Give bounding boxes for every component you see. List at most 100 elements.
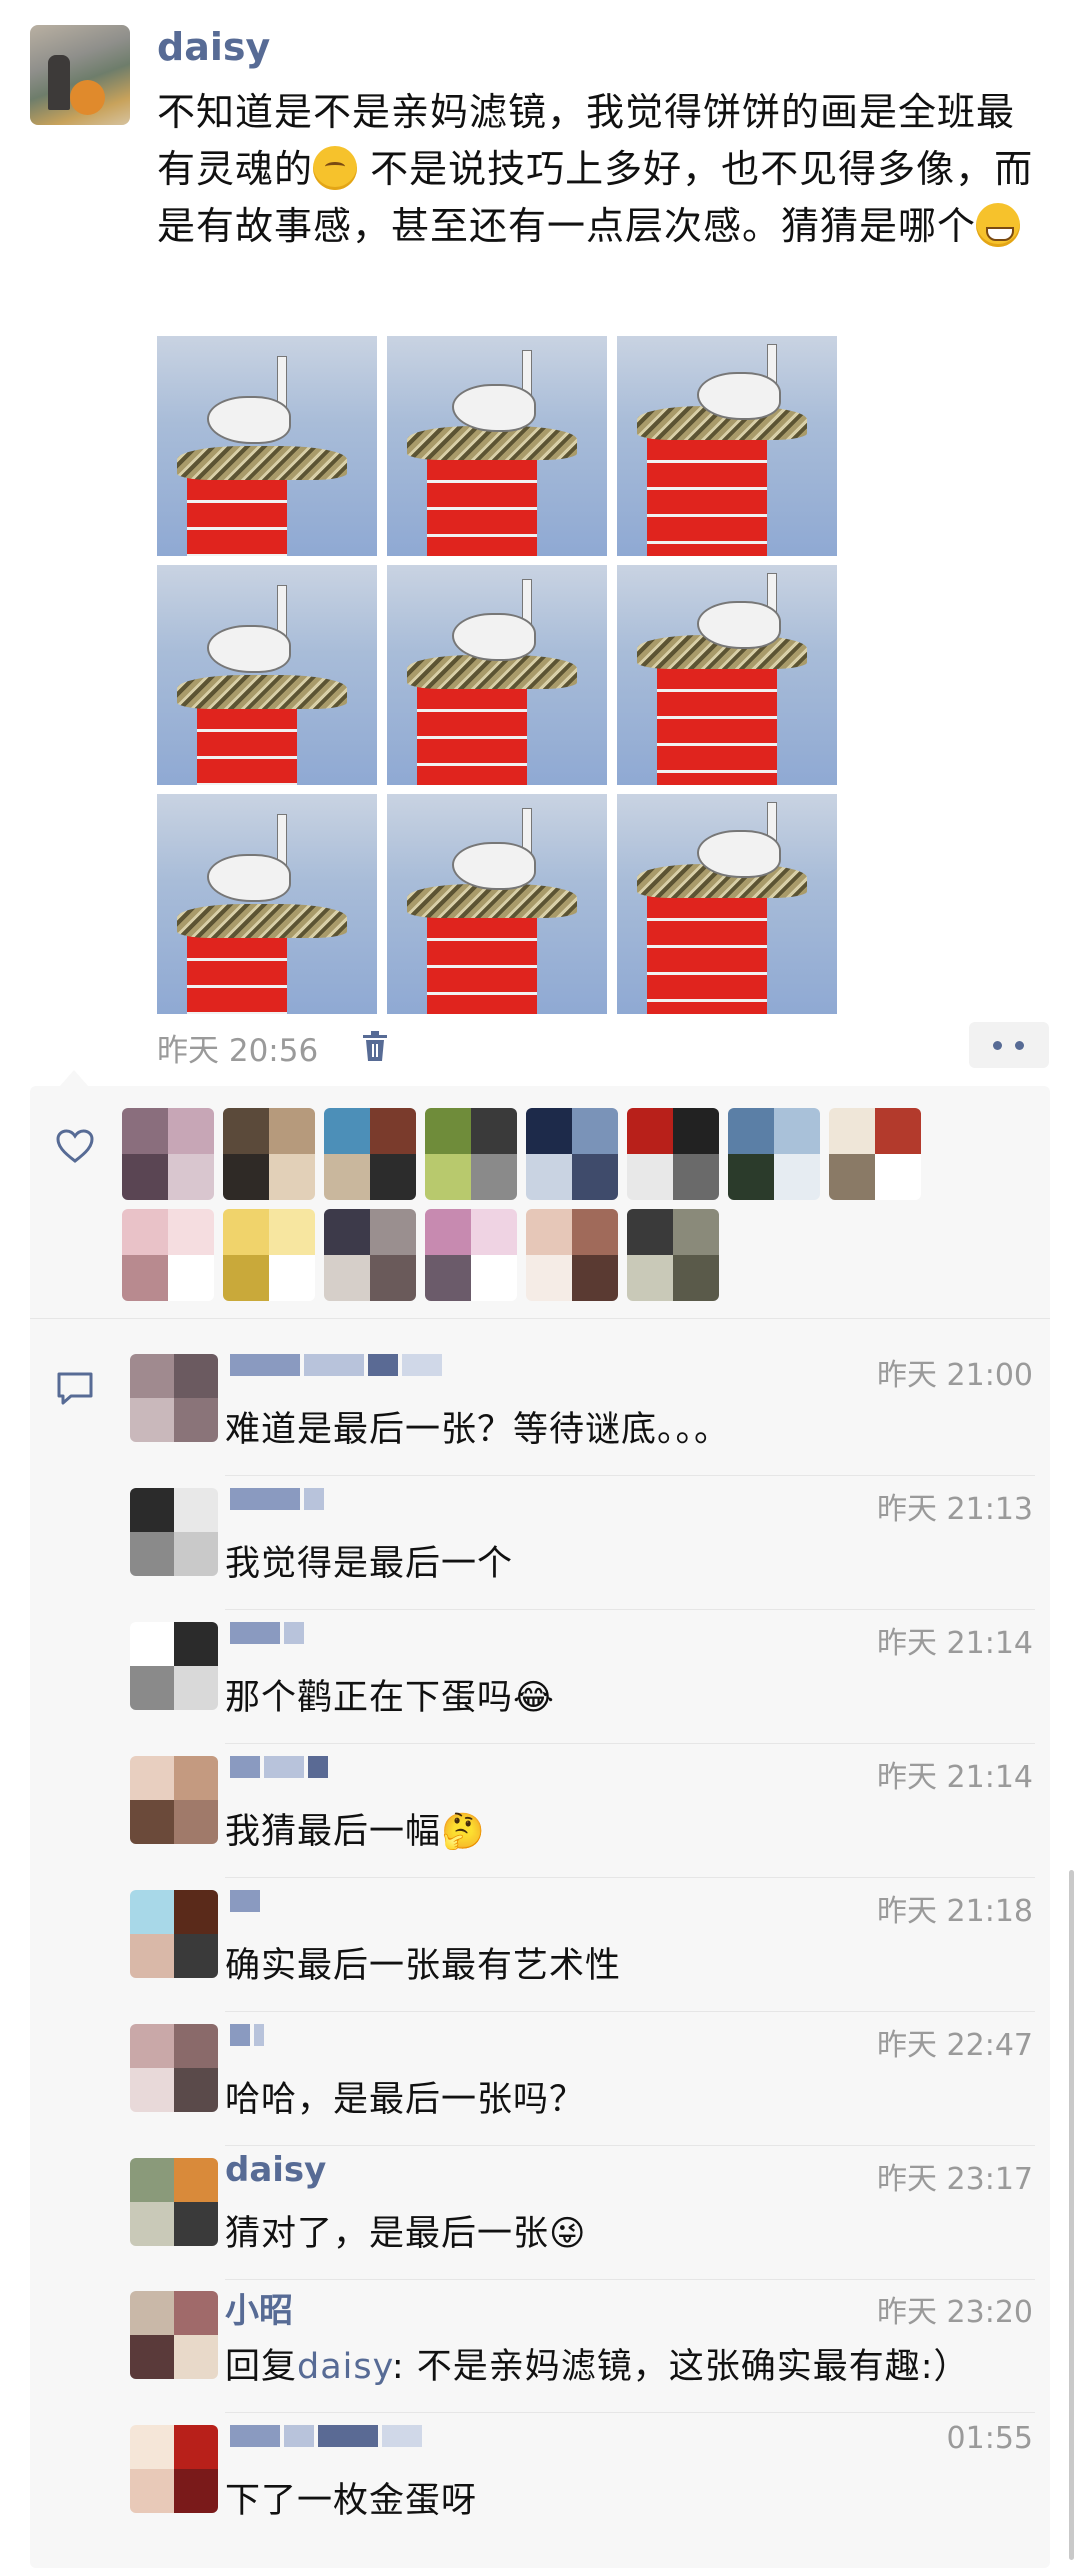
liker-avatar[interactable]: [223, 1108, 315, 1200]
commenter-avatar[interactable]: [130, 1755, 218, 1844]
comment-item[interactable]: 小昭 昨天 23:20 回复daisy: 不是亲妈滤镜，这张确实最有趣:）: [130, 2277, 1035, 2414]
liker-avatar[interactable]: [425, 1209, 517, 1301]
commenter-avatar[interactable]: [130, 2291, 218, 2380]
avatar-pixel: [269, 1154, 315, 1200]
liker-avatar[interactable]: [425, 1108, 517, 1200]
avatar-pixel: [471, 1255, 517, 1301]
liker-avatar[interactable]: [627, 1108, 719, 1200]
photo-thumbnail[interactable]: [157, 336, 377, 556]
avatar-pixel: [130, 1755, 174, 1800]
liker-avatar[interactable]: [728, 1108, 820, 1200]
avatar-pixel: [370, 1154, 416, 1200]
comment-text: 我觉得是最后一个: [225, 1535, 513, 1586]
avatar-pixel: [728, 1154, 774, 1200]
photo-thumbnail[interactable]: [617, 794, 837, 1014]
scrollbar[interactable]: [1069, 1870, 1074, 2560]
photo-thumbnail[interactable]: [157, 565, 377, 785]
stork-drawing: [697, 830, 781, 878]
comment-item[interactable]: 昨天 21:00 难道是最后一张？等待谜底。。。: [130, 1340, 1035, 1476]
photo-thumbnail[interactable]: [157, 794, 377, 1014]
avatar-pixel: [130, 2067, 174, 2112]
avatar-pixel: [471, 1209, 517, 1255]
photo-thumbnail[interactable]: [387, 565, 607, 785]
heart-icon: [56, 1129, 94, 1163]
comment-body: 猜对了，是最后一张😜: [225, 2213, 587, 2254]
avatar-pixel: [174, 1889, 218, 1934]
liker-avatar[interactable]: [223, 1209, 315, 1301]
avatar-pixel: [370, 1255, 416, 1301]
comment-item[interactable]: 昨天 22:47 哈哈，是最后一张吗？: [130, 2010, 1035, 2146]
photo-thumbnail[interactable]: [617, 565, 837, 785]
commenter-avatar[interactable]: [130, 1354, 218, 1442]
commenter-avatar[interactable]: [130, 1487, 218, 1576]
comment-text: 难道是最后一张？等待谜底。。。: [225, 1401, 730, 1452]
liker-avatar[interactable]: [324, 1108, 416, 1200]
photo-thumbnail[interactable]: [617, 336, 837, 556]
likes-divider: [30, 1318, 1050, 1319]
commenter-avatar[interactable]: [130, 2023, 218, 2112]
comment-item[interactable]: 01:55 下了一枚金蛋呀: [130, 2411, 1033, 2547]
stork-drawing: [207, 854, 291, 902]
avatar-figure: [48, 55, 70, 110]
author-avatar[interactable]: [30, 25, 130, 125]
liker-avatar[interactable]: [627, 1209, 719, 1301]
liker-avatar[interactable]: [122, 1209, 214, 1301]
avatar-pixel: [174, 1531, 218, 1576]
liker-avatar[interactable]: [122, 1108, 214, 1200]
author-name[interactable]: daisy: [157, 25, 270, 69]
stork-drawing: [697, 601, 781, 649]
avatar-pixel: [223, 1154, 269, 1200]
straw-nest: [177, 446, 347, 480]
avatar-pixel: [627, 1255, 673, 1301]
photo-thumbnail[interactable]: [387, 794, 607, 1014]
more-button[interactable]: [969, 1022, 1049, 1068]
comment-time: 昨天 23:20: [877, 2295, 1033, 2331]
avatar-pixel: [174, 2469, 218, 2514]
avatar-pixel: [370, 1209, 416, 1255]
avatar-pixel: [122, 1108, 168, 1154]
reply-body: : 不是亲妈滤镜，这张确实最有趣:）: [391, 2347, 970, 2388]
avatar-pixel: [425, 1209, 471, 1255]
avatar-pixel: [572, 1108, 618, 1154]
comment-text: 回复daisy: 不是亲妈滤镜，这张确实最有趣:）: [225, 2338, 970, 2389]
comment-item[interactable]: daisy 昨天 23:17 猜对了，是最后一张😜: [130, 2144, 1035, 2280]
reply-target-name[interactable]: daisy: [297, 2347, 392, 2387]
commenter-avatar[interactable]: [130, 1889, 218, 1978]
avatar-pixel: [174, 1799, 218, 1844]
avatar-pixel: [174, 1398, 218, 1442]
avatar-pixel: [130, 1487, 174, 1532]
liker-avatar[interactable]: [526, 1108, 618, 1200]
comment-item[interactable]: 昨天 21:18 确实最后一张最有艺术性: [130, 1876, 1035, 2012]
redacted-name: [230, 1487, 328, 1512]
commenter-avatar[interactable]: [130, 2157, 218, 2246]
comment-time: 昨天 23:17: [877, 2161, 1033, 2197]
commenter-avatar[interactable]: [130, 1621, 218, 1710]
avatar-pixel: [425, 1154, 471, 1200]
commenter-avatar[interactable]: [130, 2425, 218, 2514]
comment-body: 我觉得是最后一个: [225, 1543, 514, 1584]
avatar-pixel: [526, 1108, 572, 1154]
comment-item[interactable]: 昨天 21:13 我觉得是最后一个: [130, 1474, 1035, 1610]
commenter-name[interactable]: daisy: [225, 2150, 326, 2190]
photo-thumbnail[interactable]: [387, 336, 607, 556]
redacted-block: [284, 1621, 304, 1644]
straw-nest: [177, 675, 347, 709]
avatar-pixel: [174, 2201, 218, 2246]
comment-text: 确实最后一张最有艺术性: [225, 1937, 621, 1988]
redacted-name: [230, 2425, 426, 2449]
avatar-pixel: [130, 2335, 174, 2380]
panel-caret: [60, 1070, 88, 1086]
commenter-name[interactable]: 小昭: [225, 2283, 293, 2332]
liker-avatar[interactable]: [829, 1108, 921, 1200]
avatar-pixel: [774, 1154, 820, 1200]
comment-item[interactable]: 昨天 21:14 那个鹳正在下蛋吗😂: [130, 1608, 1035, 1744]
avatar-pixel: [174, 1487, 218, 1532]
comment-body: 那个鹳正在下蛋吗😂: [225, 1677, 555, 1718]
comment-text: 我猜最后一幅🤔: [225, 1803, 486, 1854]
liker-avatar[interactable]: [526, 1209, 618, 1301]
avatar-pixel: [130, 1354, 174, 1398]
comment-item[interactable]: 昨天 21:14 我猜最后一幅🤔: [130, 1742, 1035, 1878]
liker-avatar[interactable]: [324, 1209, 416, 1301]
redacted-block: [284, 2425, 314, 2448]
trash-icon[interactable]: [361, 1030, 389, 1062]
